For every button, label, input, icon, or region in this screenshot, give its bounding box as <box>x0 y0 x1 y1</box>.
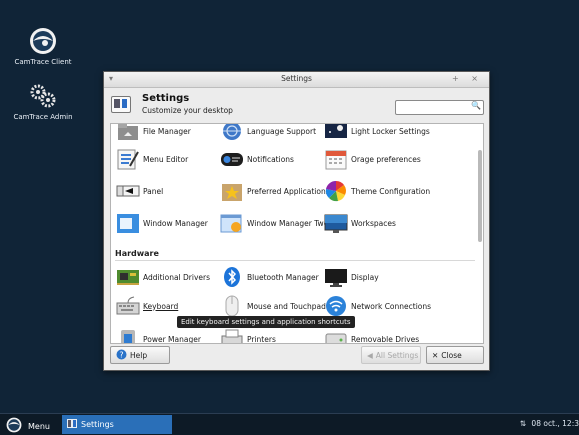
window-manager-icon <box>116 212 140 234</box>
setting-mouse-touchpad[interactable]: Mouse and Touchpad <box>220 295 326 317</box>
setting-additional-drivers[interactable]: Additional Drivers <box>116 266 210 288</box>
file-manager-icon <box>116 124 140 142</box>
settings-header-icon <box>111 96 131 113</box>
printer-icon <box>220 328 244 343</box>
display-icon <box>324 266 348 288</box>
panel-icon <box>116 180 140 202</box>
close-button[interactable]: ✕ Close <box>426 346 484 364</box>
workspaces-icon <box>324 212 348 234</box>
window-titlebar[interactable]: ▾ Settings + × <box>104 72 489 88</box>
search-icon[interactable]: 🔍 <box>471 101 481 110</box>
keyboard-icon <box>116 295 140 317</box>
setting-theme-configuration[interactable]: Theme Configuration <box>324 180 430 202</box>
setting-preferred-applications[interactable]: Preferred Applications <box>220 180 330 202</box>
language-icon <box>220 124 244 142</box>
taskbar-item-settings[interactable]: Settings <box>62 415 172 434</box>
theme-icon <box>324 180 348 202</box>
bluetooth-icon <box>220 266 244 288</box>
desktop-icon-camtrace-client[interactable]: CamTrace Client <box>7 27 79 66</box>
setting-panel[interactable]: Panel <box>116 180 163 202</box>
taskbar: Menu Settings ⇅ 08 oct., 12:3 <box>0 413 579 435</box>
clock[interactable]: 08 oct., 12:3 <box>531 419 579 428</box>
settings-header: Settings Customize your desktop 🔍 <box>104 88 489 120</box>
search-input[interactable] <box>396 101 472 114</box>
setting-network-connections[interactable]: Network Connections <box>324 295 431 317</box>
network-icon <box>324 295 348 317</box>
network-status-icon[interactable]: ⇅ <box>520 419 526 428</box>
setting-menu-editor[interactable]: Menu Editor <box>116 148 188 170</box>
search-field[interactable]: 🔍 <box>395 100 484 115</box>
setting-file-manager[interactable]: File Manager <box>116 124 191 142</box>
settings-content[interactable]: File Manager Language Support Light Lock… <box>110 123 484 344</box>
notifications-icon <box>220 148 244 170</box>
dialog-button-bar: ? Help ◀ All Settings ✕ Close <box>110 346 484 364</box>
vertical-scrollbar[interactable] <box>478 150 482 242</box>
arrow-left-icon: ◀ <box>367 350 373 360</box>
setting-notifications[interactable]: Notifications <box>220 148 294 170</box>
mouse-icon <box>220 295 244 317</box>
removable-drive-icon <box>324 328 348 343</box>
gears-icon <box>28 82 58 110</box>
lock-screen-icon <box>324 124 348 142</box>
camtrace-logo-icon <box>28 27 58 55</box>
setting-window-manager-tweaks[interactable]: Window Manager Tweaks <box>220 212 341 234</box>
preferred-apps-icon <box>220 180 244 202</box>
help-button[interactable]: ? Help <box>110 346 170 364</box>
window-title: Settings <box>281 74 312 83</box>
header-title: Settings <box>142 93 190 104</box>
setting-window-manager[interactable]: Window Manager <box>116 212 208 234</box>
setting-orage[interactable]: Orage preferences <box>324 148 421 170</box>
setting-workspaces[interactable]: Workspaces <box>324 212 396 234</box>
calendar-icon <box>324 148 348 170</box>
setting-power-manager[interactable]: Power Manager <box>116 328 201 343</box>
start-menu-button[interactable]: Menu <box>6 417 50 435</box>
desktop-icon-label: CamTrace Client <box>14 58 72 66</box>
help-icon: ? <box>116 349 127 362</box>
power-icon <box>116 328 140 343</box>
svg-text:?: ? <box>119 350 123 359</box>
all-settings-button[interactable]: ◀ All Settings <box>361 346 421 364</box>
setting-display[interactable]: Display <box>324 266 379 288</box>
setting-printers[interactable]: Printers <box>220 328 276 343</box>
wm-tweaks-icon <box>220 212 244 234</box>
close-icon: ✕ <box>432 350 439 360</box>
section-hardware-header: Hardware <box>115 249 475 261</box>
menu-editor-icon <box>116 148 140 170</box>
desktop-icon-label: CamTrace Admin <box>13 113 73 121</box>
setting-language-support[interactable]: Language Support <box>220 124 316 142</box>
window-controls[interactable]: + × <box>452 74 483 83</box>
drivers-icon <box>116 266 140 288</box>
setting-light-locker[interactable]: Light Locker Settings <box>324 124 430 142</box>
keyboard-tooltip: Edit keyboard settings and application s… <box>177 316 355 328</box>
settings-window: ▾ Settings + × Settings Customize your d… <box>103 71 490 371</box>
settings-task-icon <box>67 419 77 430</box>
setting-bluetooth-manager[interactable]: Bluetooth Manager <box>220 266 319 288</box>
header-subtitle: Customize your desktop <box>142 106 233 115</box>
setting-keyboard[interactable]: Keyboard <box>116 295 178 317</box>
system-tray[interactable]: ⇅ 08 oct., 12:3 <box>520 419 579 428</box>
setting-removable-drives[interactable]: Removable Drives <box>324 328 419 343</box>
camtrace-logo-icon <box>6 417 22 435</box>
desktop-icon-camtrace-admin[interactable]: CamTrace Admin <box>7 82 79 121</box>
